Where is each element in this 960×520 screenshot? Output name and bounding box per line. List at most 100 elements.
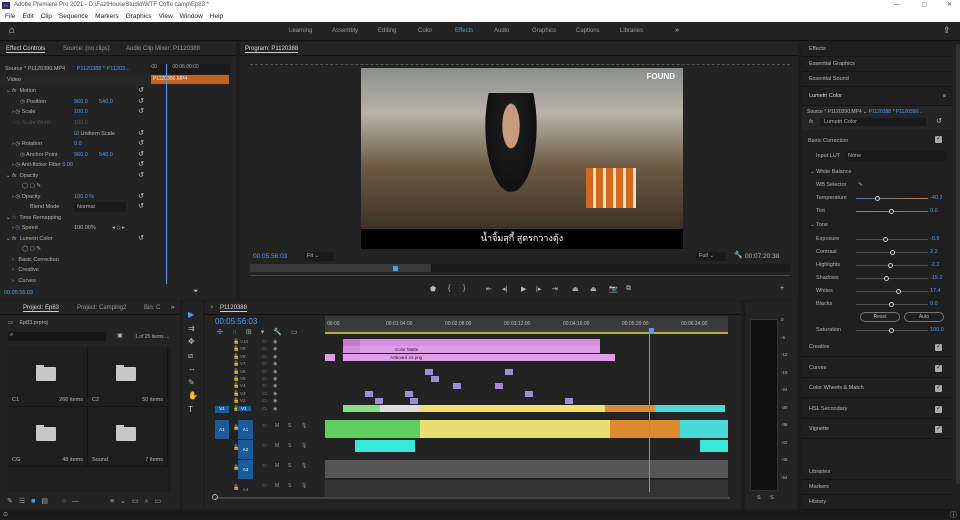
menu-sequence[interactable]: Sequence	[59, 13, 88, 20]
add-button-icon[interactable]: +	[780, 285, 784, 292]
workspace-libraries[interactable]: Libraries	[620, 28, 643, 34]
timeline-clip[interactable]	[375, 398, 383, 404]
menu-help[interactable]: Help	[210, 13, 223, 20]
timeline-clip[interactable]	[325, 460, 728, 478]
go-to-out-icon[interactable]: ⇥	[552, 285, 558, 293]
workspace-learning[interactable]: Learning	[289, 28, 312, 34]
sync-icon[interactable]: ▭	[262, 383, 267, 389]
slider-knob[interactable]	[883, 237, 889, 242]
workspace-audio[interactable]: Audio	[494, 28, 509, 34]
white-balance-header[interactable]: ⌄ White Balance	[802, 167, 960, 177]
bin-cg[interactable]: CG 48 items	[8, 407, 88, 467]
section-checkbox[interactable]: ✓	[935, 344, 942, 351]
panel-libraries[interactable]: Libraries	[802, 465, 952, 480]
slider-track[interactable]	[856, 328, 928, 333]
lock-icon[interactable]: 🔓	[233, 398, 239, 404]
lock-icon[interactable]: 🔓	[233, 376, 239, 382]
reset-button[interactable]: Reset	[860, 312, 900, 322]
slider-track[interactable]	[856, 302, 928, 307]
timeline-timecode[interactable]: 00:05:56:03	[215, 317, 257, 326]
lift-icon[interactable]: ⏏	[572, 285, 579, 293]
eye-icon[interactable]: ◉	[273, 361, 277, 367]
lumetri-effect[interactable]: ⌄ fx Lumetri Color ↺	[0, 234, 150, 244]
time-remapping-effect[interactable]: ⌄ fx Time Remapping	[0, 213, 150, 223]
lock-icon[interactable]: 🔓	[233, 354, 239, 360]
bin-sound[interactable]: Sound 7 items	[88, 407, 168, 467]
slider-knob[interactable]	[889, 302, 894, 307]
ec-timecode[interactable]: 00:05:56:03	[4, 290, 33, 296]
tone-header[interactable]: ⌄ Tone	[802, 220, 960, 230]
slider-knob[interactable]	[888, 263, 894, 268]
tab-sequence[interactable]: P1120388	[220, 305, 247, 312]
workspace-effects[interactable]: Effects	[455, 28, 473, 34]
slider-value[interactable]: -15.2	[930, 273, 943, 283]
panel-history[interactable]: History	[802, 495, 952, 510]
sync-icon[interactable]: ▭	[262, 339, 267, 345]
slider-track[interactable]	[856, 263, 928, 268]
new-bin-icon[interactable]: ▣	[117, 332, 123, 339]
tab-source[interactable]: Source: (no clips)	[63, 46, 110, 52]
tab-bin-c[interactable]: Bin: C	[144, 305, 160, 311]
timeline-scrollbar[interactable]	[212, 494, 730, 500]
project-footer-actions[interactable]: ≡⌄▭⌕▭	[110, 497, 167, 506]
slider-value[interactable]: 0.0	[930, 299, 938, 309]
right-panel-scrollbar[interactable]	[956, 44, 960, 484]
timeline-clip[interactable]	[355, 440, 415, 452]
more-workspaces-icon[interactable]: »	[675, 27, 679, 34]
panel-menu-icon[interactable]: ≡	[943, 87, 946, 106]
timeline-clip[interactable]	[605, 405, 655, 412]
a1-source-patch[interactable]: A1	[215, 420, 229, 439]
solo-button[interactable]: S	[288, 483, 291, 489]
slider-value[interactable]: 0.0	[930, 206, 938, 216]
eye-icon[interactable]: ◉	[273, 369, 277, 375]
playhead[interactable]	[393, 266, 398, 271]
timeline-clip[interactable]	[420, 405, 605, 412]
timeline-clip[interactable]	[700, 440, 728, 452]
track-label[interactable]: A2	[238, 440, 253, 459]
timeline-clip[interactable]	[655, 405, 725, 412]
slider-knob[interactable]	[890, 250, 896, 255]
slider-knob[interactable]	[896, 289, 902, 294]
slider-track[interactable]	[856, 209, 928, 214]
eye-icon[interactable]: ◉	[273, 391, 277, 397]
sync-icon[interactable]: ▭	[262, 443, 267, 449]
sync-icon[interactable]: ▭	[262, 346, 267, 352]
lumetri-mask-tools[interactable]: ◯ ▢ ✎	[0, 244, 150, 254]
ec-clip[interactable]: P1120390.MP4	[151, 75, 229, 84]
lumetri-section-curves[interactable]: Curves ✓	[802, 359, 952, 378]
monitor-scrubber[interactable]	[250, 264, 790, 272]
solo-left-button[interactable]: S	[757, 495, 761, 501]
play-icon[interactable]: ▶	[521, 285, 526, 293]
tab-audio-clip-mixer[interactable]: Audio Clip Mixer: P1120388	[126, 46, 200, 52]
sync-icon[interactable]: ▭	[262, 354, 267, 360]
v1-source-patch[interactable]: V1	[215, 406, 229, 413]
home-icon[interactable]: ⌂	[9, 25, 15, 36]
track-label[interactable]: A1	[238, 420, 253, 439]
solo-button[interactable]: S	[288, 443, 291, 449]
solo-right-button[interactable]: S	[770, 495, 774, 501]
compare-icon[interactable]: ⧉	[626, 285, 631, 293]
menu-clip[interactable]: Clip	[41, 13, 52, 20]
lock-icon[interactable]: 🔓	[233, 369, 239, 375]
ec-curves[interactable]: › Curves	[0, 276, 150, 286]
eyedropper-icon[interactable]: ✎	[858, 182, 863, 188]
slip-icon[interactable]: ↔	[188, 364, 196, 373]
sequence-clip[interactable]: P1120388 * P11203...	[77, 66, 130, 72]
track-label[interactable]: V1	[237, 405, 251, 411]
timeline-clip[interactable]	[453, 383, 461, 389]
slider-knob[interactable]	[889, 328, 894, 333]
step-back-icon[interactable]: ◂|	[502, 285, 507, 293]
basic-correction-checkbox[interactable]: ✓	[935, 136, 942, 143]
workspace-editing[interactable]: Editing	[378, 28, 396, 34]
section-checkbox[interactable]: ✓	[935, 426, 942, 433]
blend-mode-select[interactable]: Normal	[74, 202, 126, 212]
mark-out-icon[interactable]: }	[463, 285, 465, 292]
slider-track[interactable]	[856, 196, 928, 201]
quality-select[interactable]: Full ⌄	[696, 252, 726, 261]
lumetri-effect-select[interactable]: Lumetri Color	[820, 118, 926, 126]
eye-icon[interactable]: ◉	[273, 383, 277, 389]
input-lut-select[interactable]: None	[845, 151, 947, 161]
track-label[interactable]: V2	[240, 398, 246, 403]
lock-icon[interactable]: 🔓	[233, 339, 239, 345]
panel-essential-graphics[interactable]: Essential Graphics	[802, 57, 952, 72]
